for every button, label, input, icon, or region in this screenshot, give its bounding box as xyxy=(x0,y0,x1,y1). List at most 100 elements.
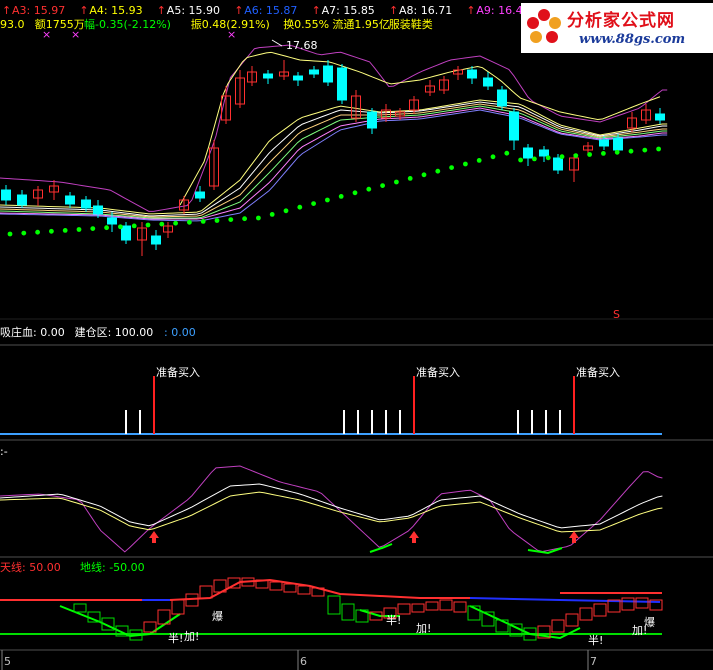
header-cross-mark: × xyxy=(71,28,80,41)
candle-body xyxy=(17,194,27,206)
header-stat: 换0.55% xyxy=(283,17,329,31)
sar-dot xyxy=(21,230,27,236)
candle-body xyxy=(483,77,493,87)
oscillator-box xyxy=(579,607,593,621)
candle-body xyxy=(539,149,549,157)
oscillator-box xyxy=(439,599,453,611)
candle-body xyxy=(263,73,273,79)
sky-line-blue xyxy=(469,597,661,603)
panel3-legend: :- xyxy=(0,445,8,458)
sar-dot xyxy=(214,218,220,223)
oscillator-box xyxy=(635,597,649,609)
header-indicator-value: A4: 15.93 xyxy=(89,4,142,17)
buy-arrow-icon xyxy=(409,531,419,543)
buy-arrow-icon xyxy=(569,531,579,543)
sar-dot xyxy=(311,201,316,207)
high-pointer xyxy=(271,39,283,47)
oscillator-box xyxy=(297,585,311,595)
header-cross-mark: × xyxy=(42,28,51,41)
sar-dot xyxy=(49,228,54,234)
sar-dot xyxy=(159,221,165,227)
sar-dot xyxy=(476,158,482,163)
sar-dot xyxy=(173,220,179,226)
oscillator-box xyxy=(411,603,425,613)
oscillator-box xyxy=(425,601,439,611)
sar-dot xyxy=(656,146,661,152)
oscillator-box xyxy=(171,599,185,615)
brand-banner: 分析家公式网 www.88gs.com xyxy=(521,3,713,53)
panel4-signal-mark: 爆 xyxy=(644,615,655,629)
panel4-signal-mark: 爆 xyxy=(212,609,223,623)
sar-dot xyxy=(380,183,385,189)
panel2-legend-item: 建仓区: 100.00 xyxy=(75,325,154,339)
header-arrow-icon: ↑ xyxy=(157,4,166,17)
sar-dot xyxy=(407,176,413,181)
header-arrow-icon: ↑ xyxy=(466,4,475,17)
sar-dot xyxy=(187,219,192,225)
sar-dot xyxy=(297,204,303,210)
sar-dot xyxy=(145,222,151,228)
sar-dot xyxy=(394,179,399,185)
oscillator-box xyxy=(453,601,467,613)
sar-dot xyxy=(545,155,551,161)
buy-signal-label: 准备买入 xyxy=(416,365,460,379)
brand-url[interactable]: www.88gs.com xyxy=(579,32,685,47)
sar-dot xyxy=(518,157,523,163)
moving-average-line xyxy=(0,107,668,220)
oscillator-box xyxy=(199,585,213,599)
sar-dot xyxy=(532,156,537,162)
oscillator-box xyxy=(73,603,87,613)
header-arrow-icon: ↑ xyxy=(79,4,88,17)
header-cross-mark: × xyxy=(227,28,236,41)
sar-dot xyxy=(435,168,441,174)
header-indicator-value: A8: 16.71 xyxy=(399,4,452,17)
oscillator-box xyxy=(397,603,411,615)
sar-dot xyxy=(283,208,289,214)
oscillator-box xyxy=(341,603,355,621)
sar-dot xyxy=(325,197,330,203)
moving-average-line xyxy=(0,105,668,219)
panel2-legend-item: : 0.00 xyxy=(164,326,196,339)
sar-dot xyxy=(449,165,454,171)
header-stat: 服装鞋类 xyxy=(389,17,433,31)
x-axis-label: 6 xyxy=(300,655,307,668)
sar-dot xyxy=(242,216,248,222)
oscillator-box xyxy=(327,595,341,615)
header-indicator-value: A5: 15.90 xyxy=(167,4,220,17)
sar-dot xyxy=(269,212,275,217)
oscillator-box xyxy=(621,597,635,611)
header-arrow-icon: ↑ xyxy=(389,4,398,17)
stock-chart-window: ↑ A3: 15.97 ↑ A4: 15.93 ↑ A5: 15.90 ↑ A6: 15.87… xyxy=(0,0,713,670)
panel2-legend-item: 吸庄血: 0.00 xyxy=(0,325,65,339)
candle-body xyxy=(509,111,519,141)
sar-dot xyxy=(490,154,496,160)
sar-dot xyxy=(421,172,427,178)
buy-arrow-icon xyxy=(149,531,159,543)
sar-dot xyxy=(614,149,620,155)
indicator-line-white xyxy=(0,483,663,529)
candle-body xyxy=(655,113,665,121)
sar-dot xyxy=(573,153,579,159)
header-indicator-value: A6: 15.87 xyxy=(244,4,297,17)
sar-dot xyxy=(131,223,137,229)
sar-dot xyxy=(228,217,234,223)
candle-body xyxy=(121,225,131,241)
sky-line xyxy=(169,578,470,601)
candle-body xyxy=(65,195,75,205)
x-axis-label: 5 xyxy=(4,655,11,668)
sar-dot xyxy=(366,186,372,192)
candle-body xyxy=(151,235,161,245)
header-indicator-value: A3: 15.97 xyxy=(12,4,65,17)
candle-body xyxy=(497,89,507,107)
sar-dot xyxy=(628,148,634,154)
header-stat: 幅-0.35(-2.12%) xyxy=(84,18,171,31)
header-stat: 流通1.95亿 xyxy=(332,17,390,31)
sar-dot xyxy=(256,215,261,221)
indicator-low-segment xyxy=(369,543,393,553)
candle-body xyxy=(107,217,117,225)
oscillator-box xyxy=(269,581,283,591)
buy-signal-label: 准备买入 xyxy=(156,365,200,379)
moving-average-line xyxy=(0,103,668,218)
panel4-legend-item: 天线: 50.00 xyxy=(0,560,61,574)
candle-body xyxy=(195,191,205,199)
